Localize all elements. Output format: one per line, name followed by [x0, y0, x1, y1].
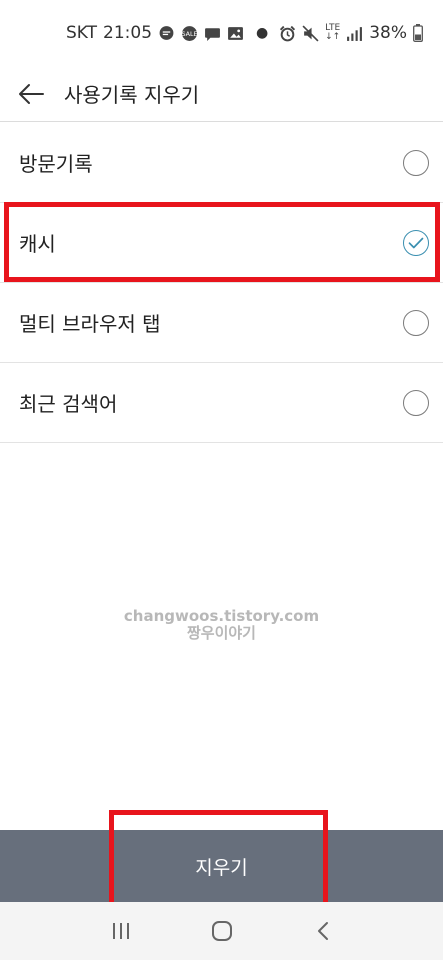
recent-apps-icon	[112, 923, 129, 939]
back-icon	[317, 922, 328, 940]
alarm-icon	[280, 25, 296, 41]
option-label: 멀티 브라우저 탭	[19, 312, 161, 336]
status-bar: SKT 21:05 SALE ● LTE ↓↑ 38%	[0, 0, 443, 66]
page-title: 사용기록 지우기	[64, 83, 200, 107]
option-label: 방문기록	[19, 152, 93, 176]
nav-back-button[interactable]	[303, 911, 343, 951]
recent-apps-button[interactable]	[101, 911, 141, 951]
watermark: changwoos.tistory.com 짱우이야기	[0, 608, 443, 642]
message-icon	[205, 27, 220, 41]
notification-dot: ●	[256, 25, 269, 41]
navigation-bar	[0, 902, 443, 960]
home-button[interactable]	[202, 911, 242, 951]
option-label: 최근 검색어	[19, 392, 118, 416]
status-right: LTE ↓↑ 38%	[279, 23, 423, 43]
option-row-cache[interactable]: 캐시	[0, 203, 443, 283]
lte-label: LTE	[325, 23, 341, 33]
clear-button[interactable]: 지우기	[0, 830, 443, 902]
back-button[interactable]	[0, 66, 62, 122]
image-icon	[228, 26, 243, 40]
battery-icon	[413, 24, 423, 42]
svg-text:SALE: SALE	[181, 30, 197, 38]
option-row-history[interactable]: 방문기록	[0, 123, 443, 203]
checkmark-icon	[408, 237, 424, 248]
watermark-blog-name: 짱우이야기	[186, 624, 256, 642]
clear-button-label: 지우기	[195, 856, 248, 879]
lte-icon: LTE ↓↑	[325, 23, 341, 42]
clock: 21:05	[103, 23, 153, 43]
app-header: 사용기록 지우기	[0, 66, 443, 122]
radio-unchecked-icon[interactable]	[403, 389, 429, 416]
option-row-recent-search[interactable]: 최근 검색어	[0, 363, 443, 443]
screen: SKT 21:05 SALE ● LTE ↓↑ 38% 사용기록 지우기 방문기…	[0, 0, 443, 960]
radio-unchecked-icon[interactable]	[403, 309, 429, 336]
carrier-label: SKT	[66, 23, 98, 43]
option-label: 캐시	[19, 232, 56, 256]
watermark-url: changwoos.tistory.com	[123, 607, 320, 625]
sale-icon: SALE	[181, 25, 198, 41]
radio-checked-icon[interactable]	[403, 229, 429, 256]
status-left: SKT 21:05 SALE ●	[66, 23, 268, 43]
home-icon	[211, 921, 232, 941]
arrow-left-icon	[19, 83, 44, 104]
option-row-multi-tabs[interactable]: 멀티 브라우저 탭	[0, 283, 443, 363]
clear-options-list: 방문기록 캐시 멀티 브라우저 탭 최근 검색어	[0, 123, 443, 443]
chat-bubble-icon	[159, 25, 174, 40]
radio-unchecked-icon[interactable]	[403, 149, 429, 176]
mute-icon	[302, 24, 319, 42]
battery-percent: 38%	[369, 23, 407, 43]
signal-icon	[347, 26, 363, 41]
